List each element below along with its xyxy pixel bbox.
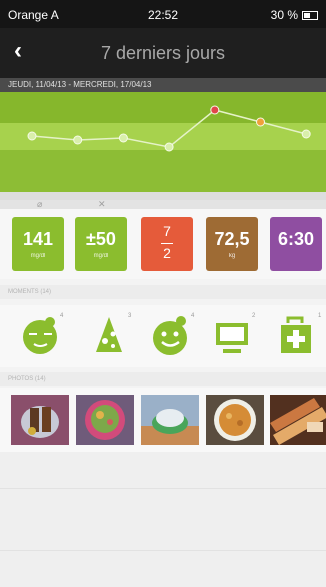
chart-point[interactable] [164,142,174,152]
metrics-row: 141 mg/dl ±50 mg/dl 7 2 72,5 kg 6:30 [0,209,326,279]
food-count: 3 [128,313,132,319]
photo-dessert[interactable] [141,395,199,445]
medical-count: 1 [318,313,322,319]
moments-row: 4 3 4 2 1 [0,305,326,367]
battery-status: 30 % [271,8,318,22]
page-title: 7 derniers jours [100,43,226,63]
divider [0,550,326,551]
happy-count: 4 [191,313,195,319]
ratio-tile[interactable]: 7 2 [141,217,193,271]
blood-glucose-value: 141 [22,229,54,249]
weight-tile[interactable]: 72,5 kg [206,217,258,271]
weight-value: 72,5 [214,229,250,249]
metric-units-bar: ⌀ ✕ [0,199,326,209]
carrier-text: Orange A [8,8,59,22]
weight-unit: kg [228,253,236,259]
sleep-value: 6:30 [277,229,315,249]
chart-point[interactable] [118,133,128,143]
medical-kit-icon[interactable]: 1 [275,313,321,359]
sleep-count: 4 [60,313,64,319]
sleep-face-icon[interactable]: 4 [18,313,64,359]
glucose-variation-value: ±50 [86,229,116,249]
photo-salad[interactable] [76,395,134,445]
happy-face-icon[interactable]: 4 [148,313,194,359]
moments-header: MOMENTS (14) [0,285,326,299]
status-bar: Orange A 22:52 30 % [0,0,326,28]
chart-point[interactable] [301,129,311,139]
photos-header: PHOTOS (14) [0,372,326,386]
sleep-tile[interactable]: 6:30 [270,217,322,271]
ratio-denominator: 2 [163,245,171,261]
battery-icon [302,11,318,20]
chart-line [31,109,307,148]
photo-skewers[interactable] [11,395,69,445]
glucose-variation-unit: mg/dl [93,253,109,259]
chart-point[interactable] [210,105,220,115]
glucose-variation-tile[interactable]: ±50 mg/dl [75,217,127,271]
photo-soup[interactable] [206,395,264,445]
chart-point[interactable] [27,131,37,141]
chart-point[interactable] [256,117,265,127]
blood-glucose-tile[interactable]: 141 mg/dl [12,217,64,271]
date-range: JEUDI, 11/04/13 - MERCREDI, 17/04/13 [0,78,326,92]
computer-count: 2 [252,313,256,319]
computer-icon[interactable]: 2 [210,313,256,359]
photos-row [0,388,326,452]
clock: 22:52 [148,8,179,22]
chart-plot [27,105,311,152]
photo-bread[interactable] [270,395,326,445]
divider [0,488,326,489]
empty-list-area [0,452,326,587]
chart-point[interactable] [73,135,83,145]
chart-axis [0,192,326,200]
ratio-numerator: 7 [163,223,171,239]
ratio-divider [161,243,173,244]
navigation-bar: ‹ 7 derniers jours [0,28,326,78]
blood-glucose-unit: mg/dl [30,253,46,259]
food-icon[interactable]: 3 [87,313,133,359]
glucose-chart[interactable] [0,92,326,192]
